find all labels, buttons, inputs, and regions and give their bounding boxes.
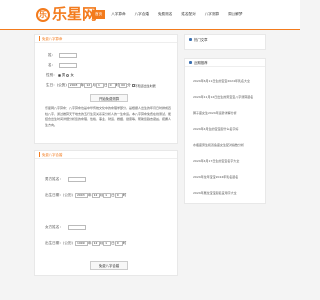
bazi-form-panel: 免费八字算命 姓： 名： 性别： 男 女 生日： (公历) 2003 年 12 … (34, 34, 178, 144)
hot-title: 热门文章 (194, 37, 208, 42)
hehun-form-panel: 免费八字合婚 男方姓名： 出生日期：(公历) 2003 年 12 月 1 日 0… (34, 150, 178, 276)
bazi-description: 乐星网八字算命：八字算命也是中华传统文化中的命理学部分，是根据人出生的年月日时排… (45, 106, 172, 127)
birth-label: 生日： (46, 83, 57, 87)
gender-label: 性别： (46, 73, 57, 77)
female-birth-row: 出生日期：(公历) 1999 年 12 月 1 日 0 时 (45, 241, 126, 246)
site-logo[interactable]: 乐 乐星网 (36, 7, 97, 22)
sidebar-link[interactable]: 水瓶座男生和双鱼座女生配对指数分析 (193, 143, 244, 147)
list-icon (189, 37, 192, 41)
bazi-submit-button[interactable]: 开始免费测算 (90, 94, 128, 102)
logo-icon: 乐 (36, 7, 50, 22)
panel-title: 近期推荐 (185, 59, 265, 67)
header: 乐 乐星网 首页 八字算命 八字合婚 免费测名 姓名配对 八字测算 周公解梦 (0, 0, 300, 30)
given-name-row: 名： (48, 63, 78, 68)
male-birth-label: 出生日期：(公历) (45, 193, 73, 197)
nav-jiemeng[interactable]: 周公解梦 (225, 10, 245, 19)
panel-title-text: 免费八字合婚 (42, 153, 63, 157)
recommend-title: 近期推荐 (194, 61, 208, 65)
hot-articles-panel: 热门文章 (184, 34, 266, 50)
header-divider (0, 29, 300, 30)
female-radio[interactable] (66, 74, 70, 77)
male-birth-row: 出生日期：(公历) 2003 年 12 月 1 日 0 时 (45, 193, 126, 198)
female-name-row: 女方姓名： (45, 225, 86, 230)
male-hour-select[interactable]: 0 (114, 193, 123, 198)
male-day-select[interactable]: 1 (103, 193, 112, 198)
birth-prefix: (公历) (56, 83, 67, 87)
sidebar-link[interactable]: 2024年4月17日生的宝宝名字大全 (193, 159, 239, 163)
month-select[interactable]: 12 (84, 83, 93, 88)
list-icon (189, 61, 192, 64)
given-name-label: 名： (48, 63, 56, 67)
logo-text: 乐星网 (52, 5, 98, 23)
minute-unit: 分 (127, 83, 131, 87)
surname-input[interactable] (59, 53, 78, 58)
nav-ceming[interactable]: 免费测名 (155, 10, 175, 19)
nav-peidui[interactable]: 姓名配对 (178, 10, 198, 19)
sidebar-link[interactable]: 2024年11月12日出生的男宝宝八字测算起名 (193, 95, 253, 99)
surname-label: 姓： (48, 53, 56, 57)
nav-home[interactable]: 首页 (92, 10, 106, 19)
female-hour-select[interactable]: 0 (114, 241, 123, 246)
nav-bazi[interactable]: 八字算命 (108, 10, 128, 19)
female-label: 女 (70, 73, 74, 77)
female-birth-label: 出生日期：(公历) (45, 241, 73, 245)
nav-cesuan[interactable]: 八字测算 (202, 10, 222, 19)
main-nav: 首页 八字算命 八字合婚 免费测名 姓名配对 八字测算 周公解梦 (92, 10, 248, 19)
female-name-input[interactable] (67, 225, 86, 230)
female-name-label: 女方姓名： (45, 225, 63, 229)
sidebar-link[interactable]: 2024年6月11日生的宝宝2024年乳名大全 (193, 79, 250, 83)
given-name-input[interactable] (59, 63, 78, 68)
male-name-row: 男方姓名： (45, 177, 86, 182)
panel-title: 免费八字算命 (35, 35, 177, 43)
male-month-select[interactable]: 12 (91, 193, 100, 198)
gender-row: 性别： 男 女 (46, 73, 74, 78)
day-select[interactable]: 1 (95, 83, 104, 88)
male-year-select[interactable]: 2003 (74, 193, 88, 198)
minute-select[interactable]: 00 (119, 83, 128, 88)
year-select[interactable]: 2003 (67, 83, 81, 88)
nav-hehun[interactable]: 八字合婚 (132, 10, 152, 19)
male-radio[interactable] (57, 74, 61, 77)
hour-unit: 时 (122, 241, 127, 245)
sidebar-link[interactable]: 2024年属龙宝宝起名宜用字大全 (193, 191, 237, 195)
female-year-select[interactable]: 1999 (74, 241, 88, 246)
sidebar-link[interactable]: 2024年龙年宝宝2024年乳名起名 (193, 175, 238, 179)
sidebar-link[interactable]: 2024年4月生的宝宝起什么名字好 (193, 127, 239, 131)
surname-row: 姓： (48, 53, 78, 58)
panel-title: 免费八字合婚 (35, 151, 177, 159)
sidebar-link[interactable]: 狮子座女生2024年运势详解分析 (193, 111, 237, 115)
hour-unit: 时 (122, 193, 127, 197)
birth-row: 生日： (公历) 2003 年 12 月 1 日 0 时 00 分 不知道出生时… (46, 83, 156, 88)
male-name-input[interactable] (67, 177, 86, 182)
female-month-select[interactable]: 12 (91, 241, 100, 246)
male-label: 男 (61, 73, 66, 77)
male-name-label: 男方姓名： (45, 177, 63, 181)
female-day-select[interactable]: 1 (103, 241, 112, 246)
title-bar-icon (39, 152, 40, 157)
hehun-submit-button[interactable]: 免费八字合婚 (90, 261, 128, 270)
panel-title: 热门文章 (185, 35, 265, 43)
unknown-time-label: 不知道出生时辰 (134, 83, 156, 88)
recommend-panel: 近期推荐 2024年6月11日生的宝宝2024年乳名大全 2024年11月12日… (184, 58, 266, 204)
hour-select[interactable]: 0 (107, 83, 116, 88)
title-bar-icon (39, 36, 40, 41)
panel-title-text: 免费八字算命 (42, 37, 63, 41)
